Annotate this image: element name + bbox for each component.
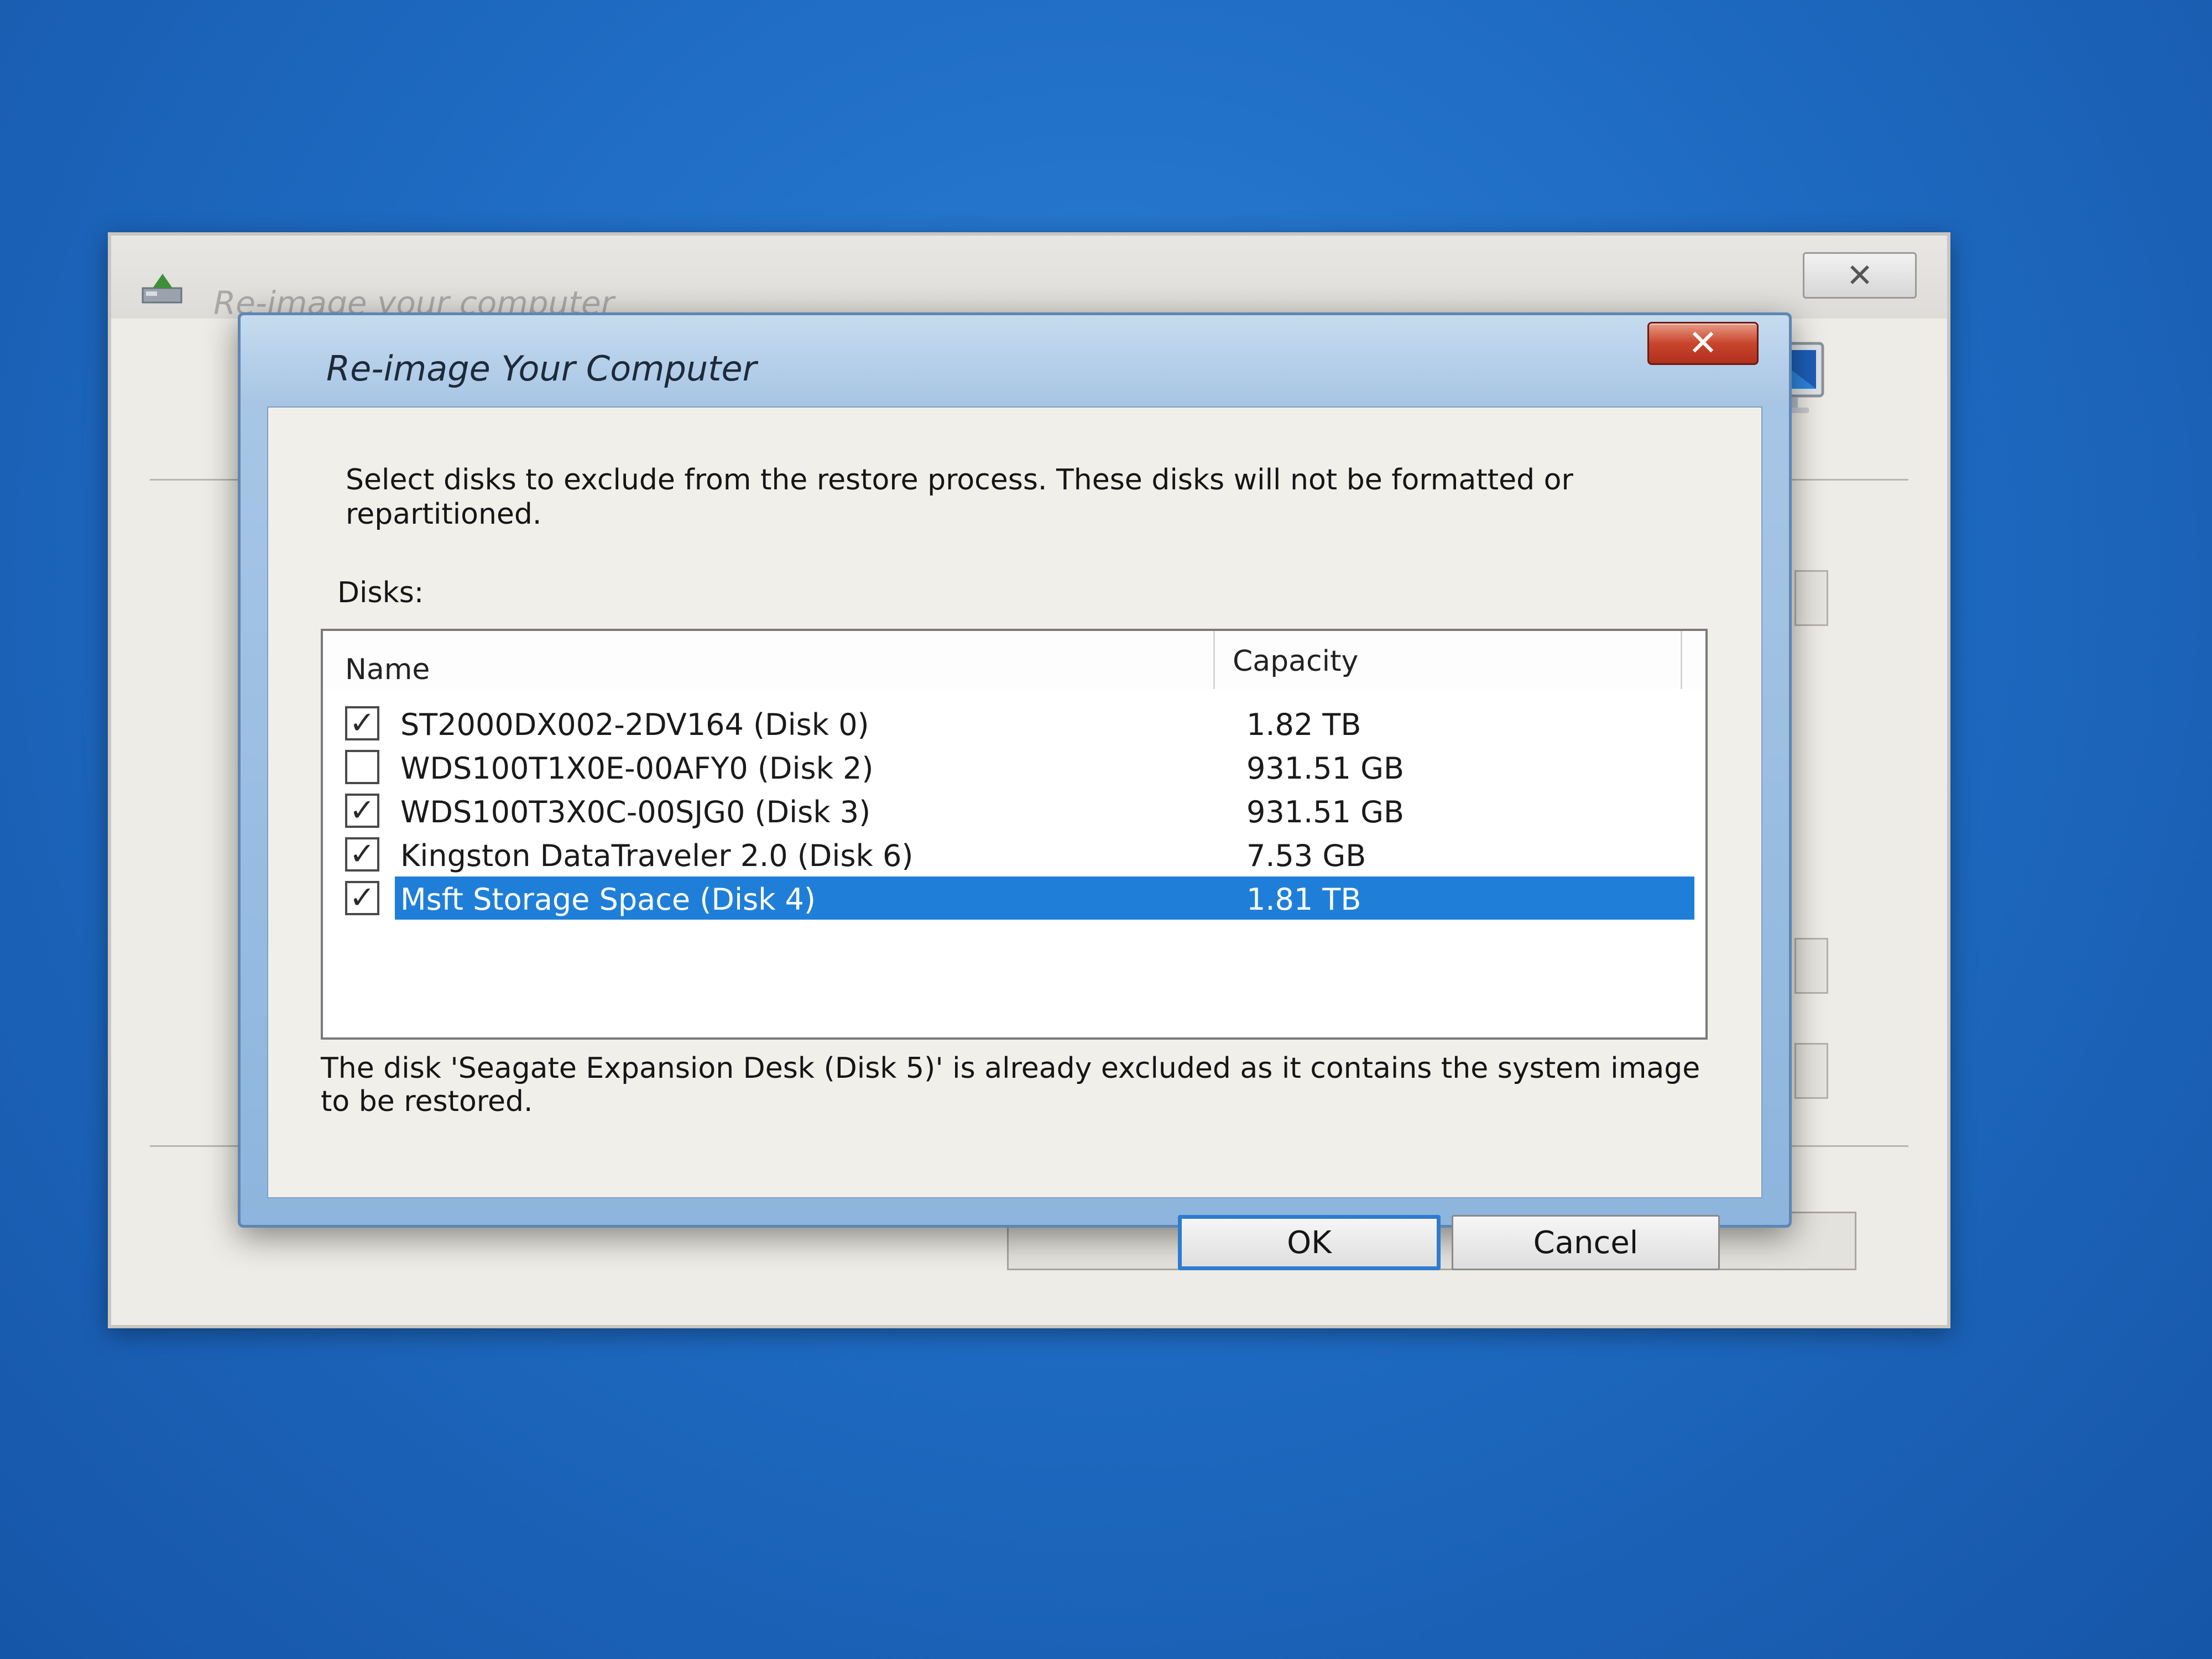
checkmark-icon: ✓ (349, 836, 375, 872)
close-icon: ✕ (1688, 323, 1718, 364)
close-icon: ✕ (1846, 257, 1874, 294)
dialog-title: Re-image Your Computer (326, 348, 757, 389)
excluded-disk-note: The disk 'Seagate Expansion Desk (Disk 5… (321, 1052, 1700, 1118)
exclude-disks-dialog: Re-image Your Computer ✕ Select disks to… (238, 312, 1792, 1270)
disk-checkbox[interactable]: ✓ (345, 706, 379, 740)
disk-checkbox[interactable]: ✓ (345, 837, 379, 872)
column-separator[interactable] (1213, 631, 1215, 689)
checkmark-icon: ✓ (349, 705, 375, 741)
disk-checkbox[interactable] (345, 750, 379, 784)
checkmark-icon: ✓ (349, 880, 375, 916)
disk-row[interactable]: ✓ Kingston DataTraveler 2.0 (Disk 6) 7.5… (334, 833, 1694, 876)
disk-capacity: 1.82 TB (1246, 707, 1361, 742)
column-separator[interactable] (1681, 631, 1682, 689)
ok-button[interactable]: OK (1178, 1215, 1441, 1270)
disk-name: WDS100T3X0C-00SJG0 (Disk 3) (400, 795, 871, 830)
disks-label: Disks: (337, 576, 424, 609)
checkmark-icon: ✓ (349, 792, 375, 828)
background-side-control[interactable] (1794, 938, 1828, 994)
background-side-control[interactable] (1794, 1043, 1828, 1099)
instruction-text: Select disks to exclude from the restore… (346, 463, 1573, 531)
background-close-button[interactable]: ✕ (1803, 252, 1917, 299)
disk-checkbox[interactable]: ✓ (345, 794, 379, 828)
disk-capacity: 931.51 GB (1246, 795, 1405, 830)
disk-row[interactable]: ✓ Msft Storage Space (Disk 4) 1.81 TB (334, 877, 1694, 920)
column-header-name[interactable]: Name (345, 653, 430, 686)
background-titlebar: Re-image your computer ✕ (111, 236, 1947, 322)
disk-name: Msft Storage Space (Disk 4) (400, 882, 816, 917)
dialog-titlebar: Re-image Your Computer ✕ (241, 315, 1789, 406)
disk-row[interactable]: ✓ WDS100T3X0C-00SJG0 (Disk 3) 931.51 GB (334, 789, 1694, 832)
disk-row[interactable]: WDS100T1X0E-00AFY0 (Disk 2) 931.51 GB (334, 745, 1694, 789)
disk-name: Kingston DataTraveler 2.0 (Disk 6) (400, 838, 914, 873)
list-header: Name Capacity (323, 631, 1705, 689)
disk-name: ST2000DX002-2DV164 (Disk 0) (400, 707, 869, 742)
background-side-control[interactable] (1794, 570, 1828, 626)
reimage-app-icon (142, 274, 182, 304)
disk-row[interactable]: ✓ ST2000DX002-2DV164 (Disk 0) 1.82 TB (334, 702, 1694, 745)
column-header-capacity[interactable]: Capacity (1233, 645, 1358, 678)
disk-capacity: 931.51 GB (1246, 751, 1405, 786)
cancel-button[interactable]: Cancel (1452, 1215, 1720, 1270)
dialog-client-area: Select disks to exclude from the restore… (267, 406, 1762, 1270)
disks-list[interactable]: Name Capacity ✓ ST2000DX002-2DV164 (Disk… (321, 629, 1708, 1040)
dialog-close-button[interactable]: ✕ (1647, 322, 1759, 365)
disk-capacity: 1.81 TB (1246, 882, 1361, 917)
disk-checkbox[interactable]: ✓ (345, 881, 379, 915)
disk-name: WDS100T1X0E-00AFY0 (Disk 2) (400, 751, 874, 786)
disk-capacity: 7.53 GB (1246, 838, 1366, 873)
